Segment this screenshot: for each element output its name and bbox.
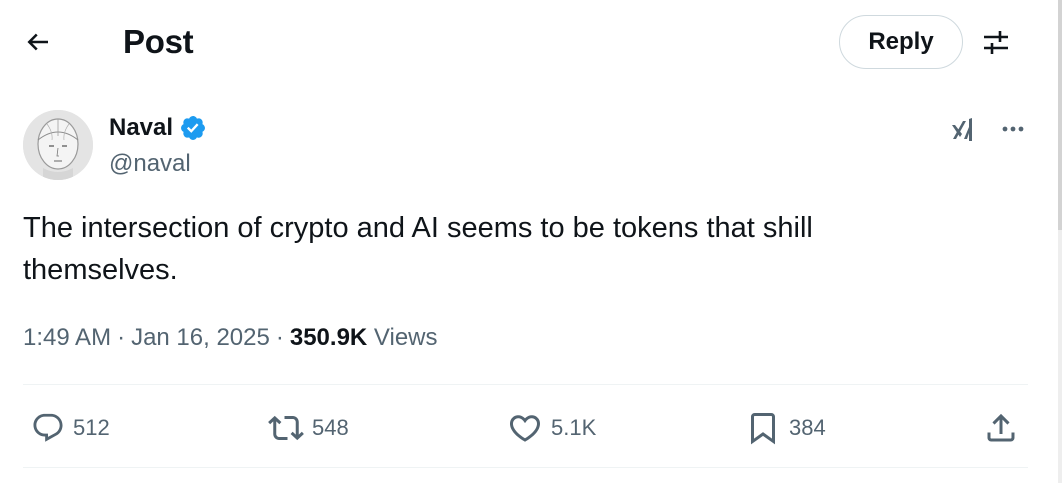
views-count: 350.9K xyxy=(289,324,368,351)
post-header: Post Reply xyxy=(0,0,1058,84)
repost-icon xyxy=(268,415,304,441)
bookmark-action-button[interactable]: 384 xyxy=(745,406,826,450)
more-horizontal-icon xyxy=(1002,126,1024,132)
grok-button[interactable] xyxy=(946,110,984,148)
share-action-button[interactable] xyxy=(983,406,1019,450)
scrollbar-track[interactable] xyxy=(1058,0,1062,483)
arrow-left-icon xyxy=(27,33,48,51)
sliders-icon xyxy=(984,31,1008,54)
share-icon xyxy=(987,413,1015,442)
meta-separator: · xyxy=(117,324,126,351)
avatar-image xyxy=(23,110,93,180)
repost-count: 548 xyxy=(312,415,349,440)
more-options-button[interactable] xyxy=(994,110,1032,148)
verified-badge-icon[interactable] xyxy=(179,114,207,142)
heart-icon xyxy=(509,415,541,442)
author-handle[interactable]: @naval xyxy=(109,148,191,180)
author-name[interactable]: Naval xyxy=(109,112,207,144)
avatar[interactable] xyxy=(23,110,93,180)
reply-button[interactable]: Reply xyxy=(839,15,963,69)
divider-bottom xyxy=(23,467,1028,468)
like-action-button[interactable]: 5.1K xyxy=(507,406,596,450)
speech-bubble-icon xyxy=(33,413,63,442)
like-count: 5.1K xyxy=(551,415,597,440)
author-name-text[interactable]: Naval xyxy=(109,112,173,144)
tweet-meta: 1:49 AM · Jan 16, 2025 · 350.9K Views xyxy=(23,320,438,356)
bookmark-icon xyxy=(751,413,775,445)
back-button[interactable] xyxy=(18,22,58,62)
tweet-date[interactable]: Jan 16, 2025 xyxy=(131,324,270,351)
tweet-text: The intersection of crypto and AI seems … xyxy=(23,212,813,286)
divider-top xyxy=(23,384,1028,385)
tweet-time[interactable]: 1:49 AM xyxy=(23,324,111,351)
settings-button[interactable] xyxy=(976,22,1016,62)
grok-icon xyxy=(952,118,972,141)
reply-action-button[interactable]: 512 xyxy=(31,406,110,450)
reply-count: 512 xyxy=(73,415,110,440)
page-title: Post xyxy=(123,23,194,60)
bookmark-count: 384 xyxy=(789,415,826,440)
meta-separator: · xyxy=(275,324,284,351)
repost-action-button[interactable]: 548 xyxy=(268,406,349,450)
scrollbar-thumb[interactable] xyxy=(1058,0,1062,230)
views-label: Views xyxy=(373,324,438,351)
